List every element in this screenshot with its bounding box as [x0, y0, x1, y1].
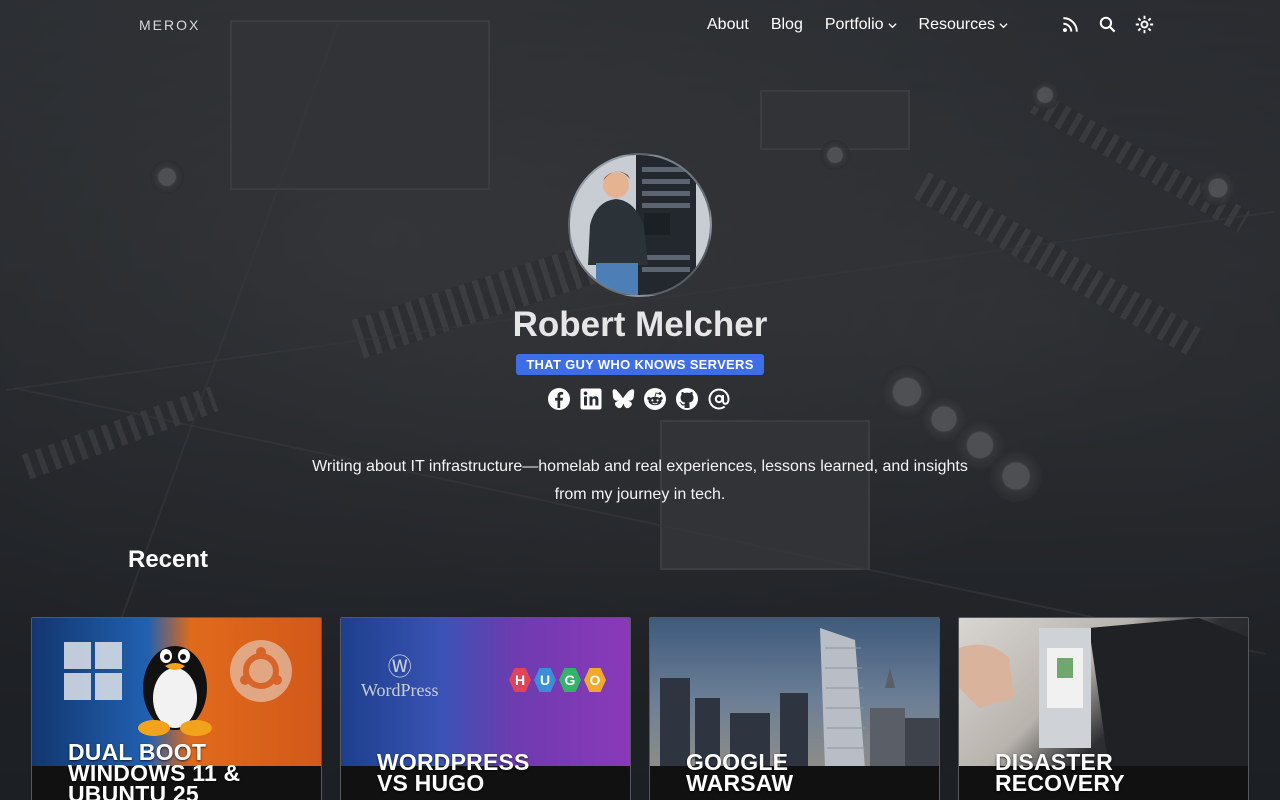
site-logo[interactable]: MEROX: [139, 17, 200, 33]
nav-resources[interactable]: Resources: [919, 16, 1008, 34]
post-card[interactable]: DUAL BOOT WINDOWS 11 & UBUNTU 25: [31, 617, 322, 800]
intro-text: Writing about IT infrastructure—homelab …: [312, 458, 968, 503]
tagline-badge: THAT GUY WHO KNOWS SERVERS: [516, 354, 764, 375]
nas-device-illustration: [959, 618, 1248, 768]
hugo-logo: HUGO: [509, 668, 606, 692]
post-card[interactable]: DISASTER RECOVERY: [958, 617, 1249, 800]
tagline-wrap: THAT GUY WHO KNOWS SERVERS: [0, 354, 1280, 375]
profile-name: Robert Melcher: [512, 305, 768, 344]
wordpress-logo: Ⓦ WordPress: [361, 655, 439, 700]
facebook-icon[interactable]: [547, 387, 571, 411]
post-title: DISASTER RECOVERY: [995, 751, 1125, 796]
nav-icons: [1061, 15, 1154, 34]
ubuntu-logo-icon: [230, 640, 292, 702]
reddit-icon[interactable]: [643, 387, 667, 411]
nav-about[interactable]: About: [707, 16, 749, 34]
chevron-down-icon: [999, 22, 1008, 28]
post-title-line: RECOVERY: [995, 770, 1125, 796]
social-links: [547, 387, 731, 411]
search-icon[interactable]: [1098, 15, 1117, 34]
recent-heading: Recent: [128, 546, 209, 573]
nav-resources-label: Resources: [918, 16, 996, 33]
city-skyline-illustration: [660, 628, 939, 768]
linkedin-icon[interactable]: [579, 387, 603, 411]
email-icon[interactable]: [707, 387, 731, 411]
windows-logo-icon: [64, 642, 122, 700]
linux-tux-icon: [138, 646, 212, 736]
nav-portfolio[interactable]: Portfolio: [825, 16, 897, 34]
nav-menu: About Blog Portfolio Resources: [707, 16, 1030, 34]
avatar: [568, 153, 712, 297]
wordpress-wordmark: WordPress: [361, 680, 439, 700]
github-icon[interactable]: [675, 387, 699, 411]
nav-blog[interactable]: Blog: [771, 16, 803, 34]
post-title: DUAL BOOT WINDOWS 11 & UBUNTU 25: [68, 741, 240, 800]
nav-about-label: About: [707, 16, 749, 33]
post-title-line: VS HUGO: [377, 770, 485, 796]
theme-toggle-icon[interactable]: [1135, 15, 1154, 34]
post-title-line: WARSAW: [686, 770, 794, 796]
nav-portfolio-label: Portfolio: [824, 16, 884, 33]
post-title-line: UBUNTU 25: [68, 781, 199, 800]
rss-icon[interactable]: [1061, 15, 1080, 34]
post-thumbnail: [959, 618, 1248, 768]
post-card[interactable]: Ⓦ WordPress HUGO WORDPRESS VS HUGO: [340, 617, 631, 800]
chevron-down-icon: [887, 22, 897, 28]
nav-blog-label: Blog: [770, 16, 803, 33]
post-thumbnail: Ⓦ WordPress HUGO: [341, 618, 630, 768]
recent-posts: DUAL BOOT WINDOWS 11 & UBUNTU 25 Ⓦ WordP…: [31, 617, 1249, 800]
post-card[interactable]: GOOGLE WARSAW: [649, 617, 940, 800]
post-title: WORDPRESS VS HUGO: [377, 751, 530, 796]
post-title: GOOGLE WARSAW: [686, 751, 794, 796]
bluesky-icon[interactable]: [611, 387, 635, 411]
post-thumbnail: [650, 618, 939, 768]
top-nav: MEROX About Blog Portfolio Resources: [0, 0, 1280, 52]
